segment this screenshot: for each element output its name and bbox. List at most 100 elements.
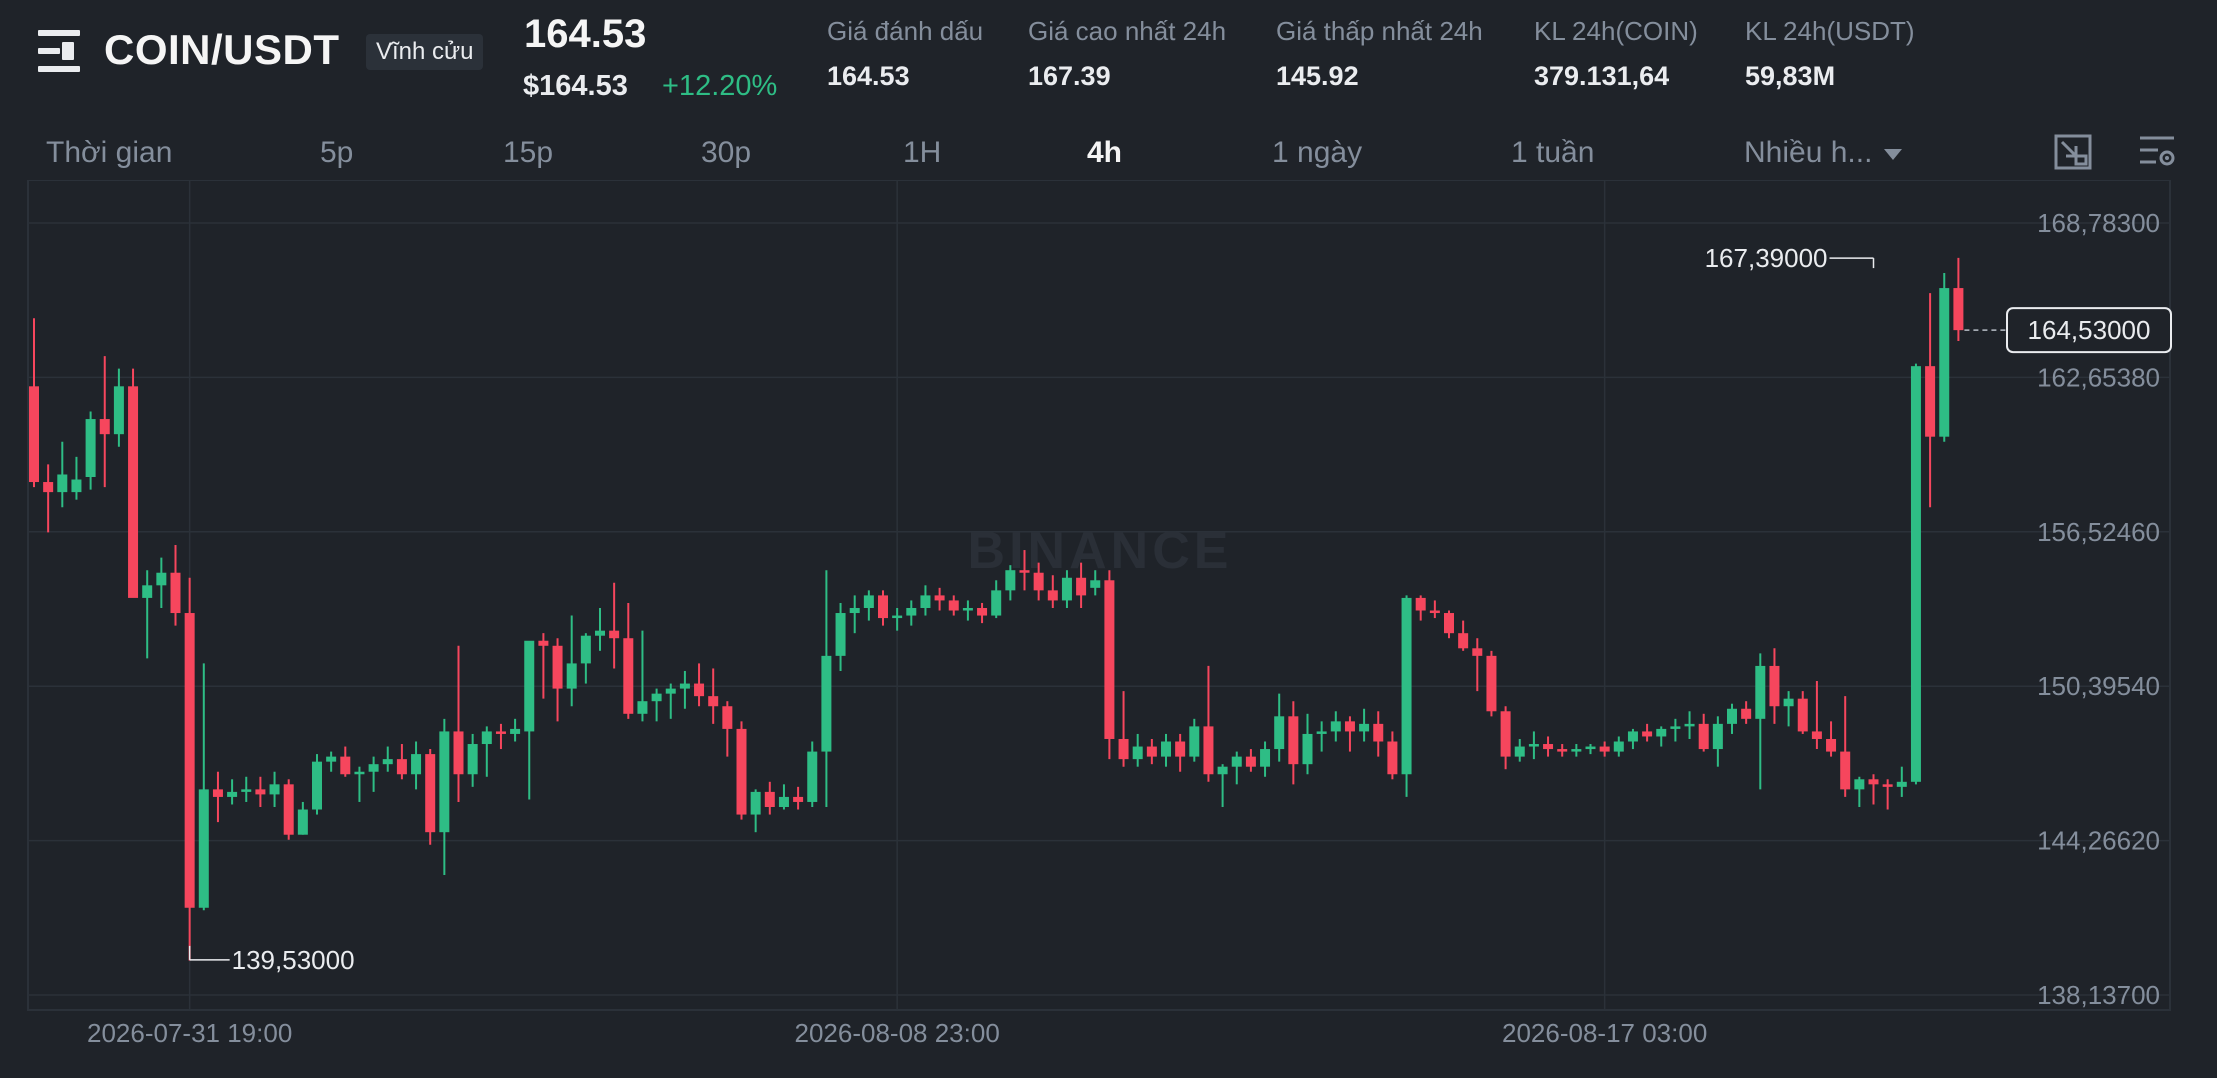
menu-icon[interactable] [38, 30, 84, 72]
stat-value: 379.131,64 [1534, 61, 1670, 91]
tab-timeframe-4h[interactable]: 4h [1087, 136, 1122, 170]
candle [354, 766, 365, 802]
chart-type-icon[interactable] [2054, 134, 2092, 170]
candle-body [708, 696, 719, 707]
time-axis-label: 2026-08-08 23:00 [795, 1018, 1000, 1048]
candle [1727, 703, 1737, 734]
candle-body [1910, 366, 1921, 782]
candle [679, 670, 690, 709]
candle-body [227, 791, 238, 797]
candle-body [439, 731, 450, 833]
candle-body [566, 663, 577, 689]
candle [1557, 744, 1568, 757]
more-timeframes-dropdown[interactable]: Nhiều h... [1744, 136, 1903, 170]
candle [538, 633, 549, 699]
candle [57, 441, 68, 508]
candle [1316, 721, 1327, 752]
candle-body [1401, 597, 1412, 775]
candle [1387, 731, 1398, 780]
candle-body [510, 728, 521, 734]
candle [623, 602, 634, 719]
candle [1415, 595, 1426, 621]
symbol-title[interactable]: COIN/USDT [104, 26, 340, 74]
stat-value: 167.39 [1028, 61, 1111, 91]
candle [778, 784, 789, 810]
candle-body [1811, 731, 1822, 739]
candle [1175, 733, 1186, 772]
candle [1741, 701, 1752, 724]
candle [1712, 716, 1723, 767]
candle-body [977, 607, 988, 616]
tab-timeframe-1d[interactable]: 1 ngày [1272, 136, 1362, 170]
candle-body [241, 789, 252, 792]
candle [142, 570, 153, 659]
tab-timeframe-5m[interactable]: 5p [320, 136, 353, 170]
tab-timeframe-15m[interactable]: 15p [503, 136, 553, 170]
candle-body [552, 645, 563, 689]
stat-24h-low: Giá thấp nhất 24h 145.92 [1276, 16, 1483, 92]
candle [1514, 738, 1525, 762]
chart-grid [27, 180, 2171, 1011]
candle-body [1769, 665, 1780, 707]
candle-body [29, 386, 39, 483]
candle-body [892, 615, 903, 619]
candle [227, 779, 238, 805]
stat-value: 59,83M [1745, 61, 1836, 91]
time-axis-label: 2026-07-31 19:00 [87, 1018, 292, 1048]
candle-body [849, 607, 860, 614]
candle-body [1939, 288, 1950, 437]
tab-timeframe-1h[interactable]: 1H [903, 136, 941, 170]
last-price-tag-label: 164,53000 [2028, 315, 2151, 345]
candle-body [1571, 749, 1582, 752]
candle [29, 318, 39, 488]
candle [793, 786, 804, 810]
candle [1543, 736, 1554, 757]
candle-body [99, 419, 110, 435]
candle [1882, 779, 1893, 810]
candle [835, 602, 846, 671]
candle-body [1387, 741, 1398, 775]
time-axis-label: 2026-08-17 03:00 [1502, 1018, 1707, 1048]
stat-mark-price: Giá đánh dấu 164.53 [827, 16, 983, 92]
candle-body [1514, 746, 1525, 757]
candle [920, 585, 931, 616]
candle-body [807, 751, 818, 802]
candle-body [694, 683, 705, 697]
more-timeframes-label: Nhiều h... [1744, 136, 1873, 169]
candle [71, 456, 82, 500]
candle-body [198, 789, 209, 908]
candle [821, 570, 832, 808]
stat-value: 164.53 [827, 61, 910, 91]
candle [212, 771, 223, 823]
candle-body [665, 688, 676, 694]
candle-body [269, 784, 280, 795]
candle [241, 776, 252, 802]
candle-body [354, 771, 365, 775]
candle-body [1528, 744, 1539, 747]
candle [665, 683, 676, 719]
candle [510, 718, 521, 742]
tab-timeframe-1w[interactable]: 1 tuần [1511, 136, 1594, 170]
candle-body [1344, 721, 1355, 732]
candle [1373, 711, 1384, 757]
candle [948, 595, 959, 616]
candle-body [524, 640, 535, 732]
candle [1910, 363, 1921, 785]
candlestick-chart[interactable]: BINANCE 167,39000139,53000164,53000 168,… [0, 180, 2217, 1078]
timeframe-label: Thời gian [46, 136, 173, 169]
stat-24h-volume-coin: KL 24h(COIN) 379.131,64 [1534, 16, 1698, 92]
candle [255, 776, 266, 808]
candle-body [57, 474, 68, 493]
chart-settings-icon[interactable] [2138, 134, 2176, 170]
candle [1656, 726, 1667, 747]
candle-body [1330, 721, 1341, 732]
candle-body [170, 572, 181, 614]
candle-body [793, 796, 804, 802]
candle-body [1415, 597, 1426, 611]
candle [1500, 706, 1511, 770]
candle [1429, 600, 1440, 619]
tab-timeframe-30m[interactable]: 30p [701, 136, 751, 170]
candle [1118, 691, 1129, 767]
candle-body [340, 756, 351, 775]
stat-24h-high: Giá cao nhất 24h 167.39 [1028, 16, 1226, 92]
